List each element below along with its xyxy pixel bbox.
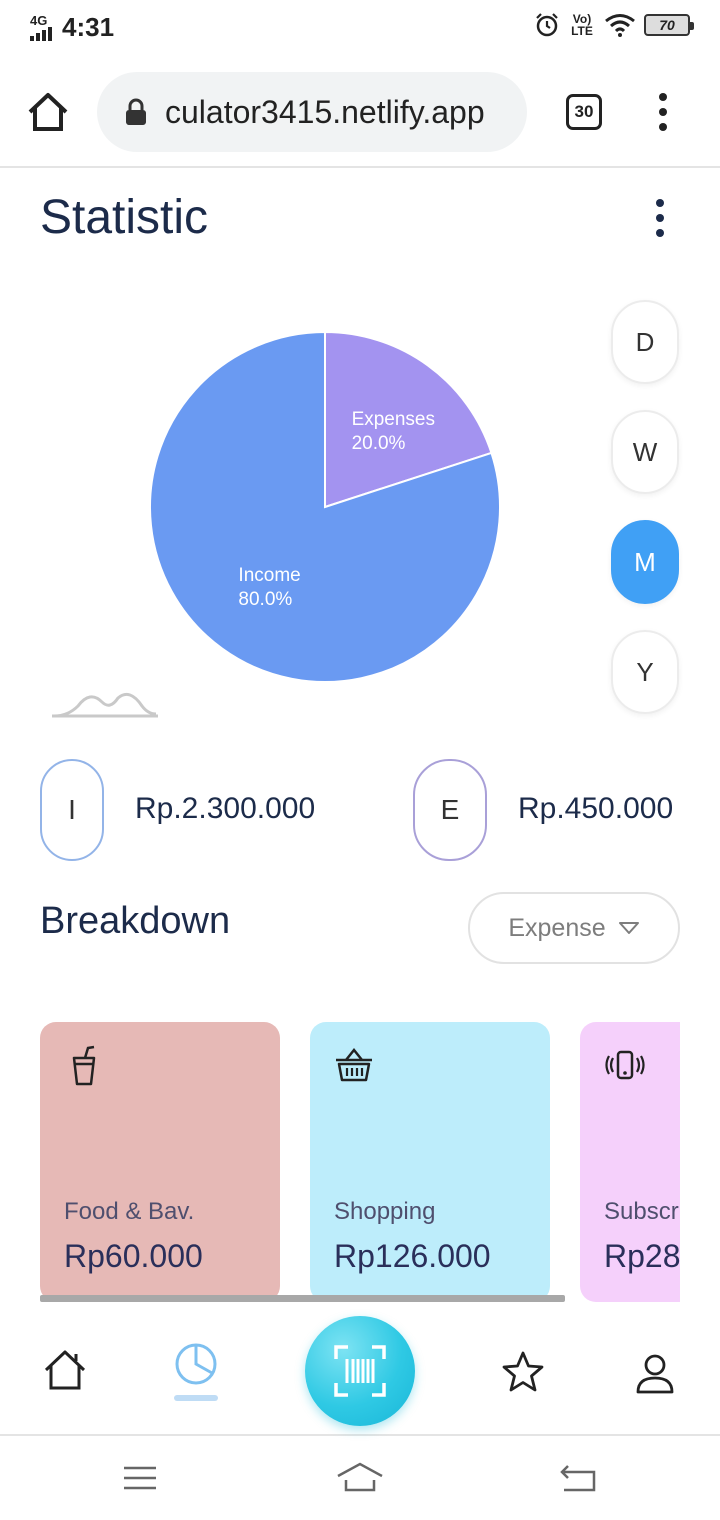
- cards-scrollbar[interactable]: [40, 1295, 565, 1302]
- card-label: Food & Bav.: [64, 1198, 195, 1225]
- period-label: D: [635, 326, 655, 357]
- tab-count: 30: [574, 102, 594, 121]
- status-bar: 4G 4:31 Vo) LTE 70: [0, 0, 720, 56]
- breakdown-title: Breakdown: [40, 900, 231, 942]
- shopping-basket-icon: [336, 1047, 372, 1082]
- system-navigation-bar: [0, 1438, 720, 1520]
- tab-switcher-button[interactable]: 30: [566, 94, 602, 130]
- income-badge: I: [40, 759, 104, 861]
- volte-indicator: Vo) LTE: [571, 12, 593, 38]
- expense-badge-label: E: [440, 794, 460, 825]
- period-label: W: [632, 436, 658, 467]
- breakdown-type-dropdown[interactable]: Expense: [468, 892, 680, 964]
- nav-favorite-star-icon[interactable]: [501, 1350, 545, 1394]
- phone-vibrate-icon: [605, 1050, 645, 1080]
- drink-cup-icon: [72, 1045, 96, 1086]
- more-options-icon[interactable]: [648, 198, 672, 238]
- signal-group: 4G: [30, 12, 56, 41]
- period-label: Y: [636, 656, 654, 687]
- alarm-icon: [536, 13, 558, 37]
- income-badge-label: I: [68, 794, 76, 825]
- card-amount: Rp60.000: [64, 1238, 203, 1274]
- scan-barcode-button[interactable]: [305, 1316, 415, 1426]
- nav-profile-icon[interactable]: [633, 1352, 677, 1396]
- card-label: Subscription: [604, 1198, 680, 1225]
- nav-home-icon[interactable]: [43, 1348, 87, 1392]
- income-expense-pie-chart: Expenses 20.0% Income 80.0%: [149, 330, 501, 683]
- active-tab-indicator: [174, 1395, 218, 1401]
- caret-down-icon: [618, 922, 639, 934]
- income-total: Rp.2.300.000: [135, 792, 316, 825]
- card-amount: Rp126.000: [334, 1238, 491, 1274]
- browser-toolbar: culator3415.netlify.app 30: [0, 56, 720, 168]
- barcode-scan-icon: [334, 1345, 386, 1397]
- dropdown-value: Expense: [508, 913, 606, 942]
- breakdown-cards-carousel[interactable]: Food & Bav. Rp60.000 Shopping Rp126.000 …: [40, 1022, 680, 1306]
- battery-level: 70: [659, 17, 675, 33]
- bottom-navigation: [0, 1310, 720, 1436]
- browser-home-icon[interactable]: [26, 90, 70, 134]
- network-type: 4G: [30, 12, 48, 28]
- nav-statistic-icon[interactable]: [174, 1342, 218, 1386]
- lock-icon: [126, 98, 146, 125]
- battery-icon: 70: [644, 14, 694, 36]
- wifi-icon: [605, 14, 635, 37]
- status-right: Vo) LTE 70: [534, 12, 694, 38]
- period-year-button[interactable]: Y: [611, 630, 679, 714]
- category-card-subscription[interactable]: Subscription Rp280.000: [580, 1022, 680, 1302]
- expense-badge: E: [413, 759, 487, 861]
- pie-label-income: Income: [238, 565, 300, 586]
- system-back-icon[interactable]: [558, 1460, 598, 1496]
- system-menu-icon[interactable]: [120, 1460, 160, 1496]
- period-month-button[interactable]: M: [611, 520, 679, 604]
- system-home-icon[interactable]: [336, 1460, 384, 1496]
- status-left: 4G 4:31: [30, 12, 114, 43]
- period-label: M: [634, 546, 656, 577]
- signal-icon: [30, 26, 52, 41]
- period-day-button[interactable]: D: [611, 300, 679, 384]
- pie-value-income: 80.0%: [238, 589, 292, 610]
- card-label: Shopping: [334, 1198, 436, 1225]
- url-text: culator3415.netlify.app: [165, 93, 485, 130]
- period-week-button[interactable]: W: [611, 410, 679, 494]
- pie-label-expenses: Expenses: [352, 409, 435, 430]
- category-card-food[interactable]: Food & Bav. Rp60.000: [40, 1022, 280, 1302]
- browser-menu-icon[interactable]: [652, 92, 674, 132]
- chart-wave-icon: [52, 692, 158, 718]
- status-time: 4:31: [62, 12, 115, 42]
- category-card-shopping[interactable]: Shopping Rp126.000: [310, 1022, 550, 1302]
- address-bar[interactable]: culator3415.netlify.app: [97, 72, 527, 152]
- card-amount: Rp280.000: [604, 1238, 680, 1274]
- expense-total: Rp.450.000: [518, 792, 674, 825]
- pie-value-expenses: 20.0%: [352, 433, 406, 454]
- page-title: Statistic: [40, 191, 209, 244]
